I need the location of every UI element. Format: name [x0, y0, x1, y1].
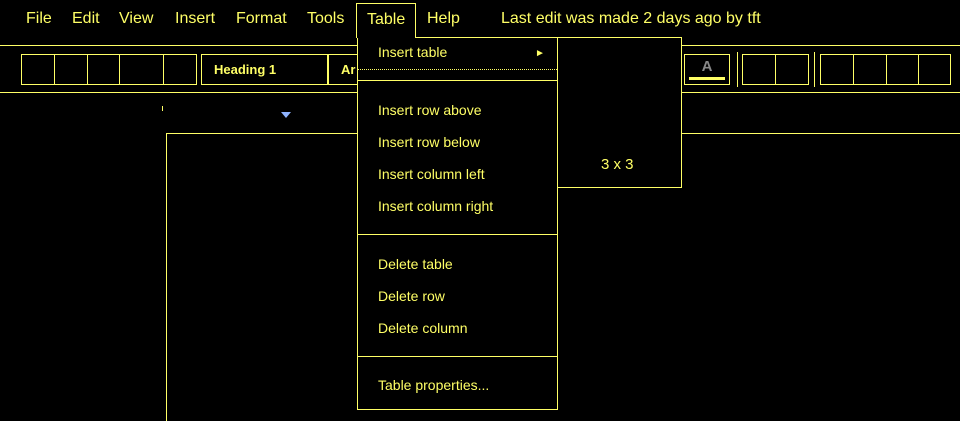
- text-color-swatch: [689, 77, 725, 80]
- menu-insert[interactable]: Insert: [175, 0, 215, 38]
- menu-bar: File Edit View Insert Format Tools Table…: [0, 0, 960, 38]
- insert-column-right-item[interactable]: Insert column right: [378, 198, 493, 214]
- insert-row-below-item[interactable]: Insert row below: [378, 134, 480, 150]
- align-justify-button[interactable]: [919, 55, 950, 84]
- grid-size-label: 3 x 3: [601, 156, 634, 173]
- insert-table-item[interactable]: Insert table: [378, 44, 447, 60]
- menu-separator: [358, 234, 557, 235]
- menu-file[interactable]: File: [26, 0, 52, 38]
- text-color-icon: A: [701, 58, 713, 75]
- font-name-select[interactable]: Ar: [328, 54, 358, 85]
- menu-tools[interactable]: Tools: [307, 0, 344, 38]
- paint-format-button[interactable]: [164, 55, 196, 84]
- ruler-indent-marker[interactable]: [281, 112, 291, 118]
- insert-link-button[interactable]: [743, 55, 776, 84]
- delete-column-item[interactable]: Delete column: [378, 320, 468, 336]
- text-color-button[interactable]: A: [684, 54, 730, 85]
- spellcheck-button[interactable]: [120, 55, 164, 84]
- undo-button[interactable]: [22, 55, 55, 84]
- menu-separator: [358, 356, 557, 357]
- align-left-button[interactable]: [821, 55, 854, 84]
- insert-column-left-item[interactable]: Insert column left: [378, 166, 485, 182]
- paragraph-style-select[interactable]: Heading 1: [201, 54, 328, 85]
- print-button[interactable]: [88, 55, 120, 84]
- toolbar-separator: [737, 52, 738, 87]
- toolbar-group-links: [742, 54, 809, 85]
- submenu-arrow-icon: ►: [535, 48, 545, 59]
- toolbar-group-edit: [21, 54, 197, 85]
- menu-separator: [358, 80, 557, 81]
- ruler-tick: [162, 106, 163, 111]
- toolbar-separator: [814, 52, 815, 87]
- insert-row-above-item[interactable]: Insert row above: [378, 102, 482, 118]
- table-menu-dropdown: Insert table ► Insert row above Insert r…: [357, 37, 558, 410]
- menu-view[interactable]: View: [119, 0, 153, 38]
- delete-table-item[interactable]: Delete table: [378, 256, 453, 272]
- redo-button[interactable]: [55, 55, 88, 84]
- align-center-button[interactable]: [854, 55, 887, 84]
- align-right-button[interactable]: [887, 55, 919, 84]
- menu-edit[interactable]: Edit: [72, 0, 100, 38]
- toolbar-group-align: [820, 54, 951, 85]
- menu-table[interactable]: Table: [356, 3, 417, 38]
- delete-row-item[interactable]: Delete row: [378, 288, 445, 304]
- insert-table-submenu[interactable]: 3 x 3: [557, 37, 682, 188]
- menu-format[interactable]: Format: [236, 0, 287, 38]
- insert-comment-button[interactable]: [776, 55, 808, 84]
- menu-focus-outline: [358, 69, 557, 70]
- menu-help[interactable]: Help: [427, 0, 460, 38]
- table-properties-item[interactable]: Table properties...: [378, 377, 489, 393]
- last-edit-status[interactable]: Last edit was made 2 days ago by tft: [501, 0, 761, 38]
